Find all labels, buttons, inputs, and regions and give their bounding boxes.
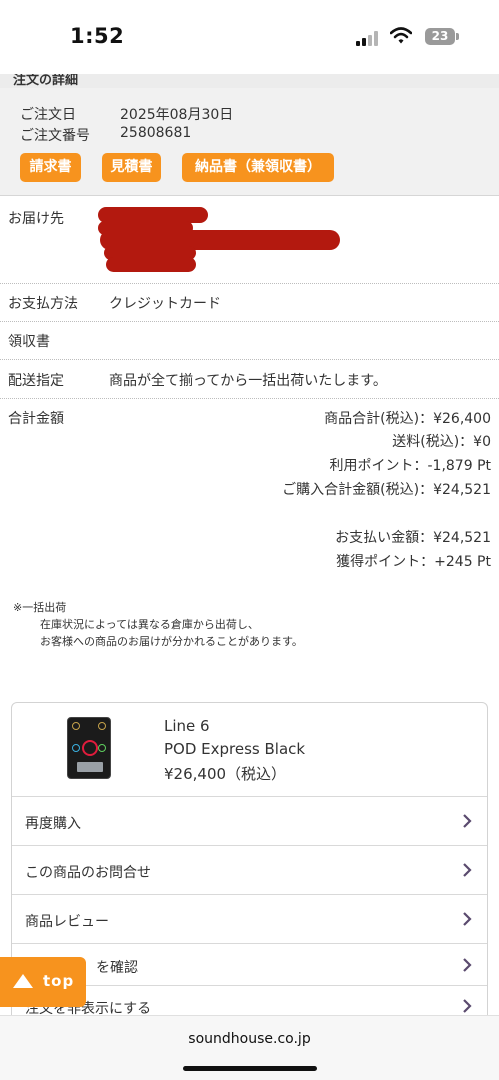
divider — [0, 359, 499, 360]
payment-method-label: お支払方法 — [8, 296, 78, 312]
wifi-icon — [390, 27, 412, 44]
divider — [0, 283, 499, 284]
back-to-top-button[interactable]: top — [0, 957, 86, 1007]
menu-label: 再度購入 — [25, 816, 81, 832]
divider — [0, 398, 499, 399]
points-used: 利用ポイント：-1,879 Pt — [329, 458, 491, 474]
page-content: 注文の詳細 ご注文日 2025年08月30日 ご注文番号 25808681 請求… — [0, 0, 499, 1015]
shipping-value: 商品が全て揃ってから一括出荷いたします。 — [109, 373, 387, 389]
top-label: top — [43, 972, 75, 990]
note-line: 在庫状況によっては異なる倉庫から出荷し、 — [40, 618, 259, 631]
chevron-right-icon — [463, 958, 472, 972]
order-date-label: ご注文日 — [20, 107, 76, 123]
subtotal: 商品合計(税込)：¥26,400 — [324, 411, 491, 427]
status-bar: 1:52 23 — [0, 0, 499, 74]
product-image[interactable] — [67, 717, 111, 779]
menu-label: この商品のお問合せ — [25, 865, 151, 881]
arrow-up-icon — [13, 974, 33, 988]
clock: 1:52 — [70, 24, 125, 48]
product-review-item[interactable]: 商品レビュー — [12, 894, 487, 943]
chevron-right-icon — [463, 912, 472, 926]
order-date-value: 2025年08月30日 — [120, 107, 234, 123]
chevron-right-icon — [463, 999, 472, 1013]
home-indicator[interactable] — [183, 1066, 317, 1071]
payment-amount: お支払い金額：¥24,521 — [335, 530, 491, 546]
order-number-value: 25808681 — [120, 125, 192, 141]
order-summary: ご注文日 2025年08月30日 ご注文番号 25808681 請求書 見積書 … — [0, 88, 499, 196]
battery-icon: 23 — [425, 28, 455, 45]
browser-address-bar[interactable]: soundhouse.co.jp — [0, 1015, 499, 1080]
points-earned: 獲得ポイント：+245 Pt — [336, 554, 491, 570]
product-brand: Line 6 — [164, 717, 210, 735]
purchase-total: ご購入合計金額(税込)：¥24,521 — [282, 482, 491, 498]
shipping-fee: 送料(税込)：¥0 — [392, 434, 491, 450]
chevron-right-icon — [463, 814, 472, 828]
menu-label: 商品レビュー — [25, 914, 109, 930]
menu-label: を確認 — [96, 960, 138, 976]
chevron-right-icon — [463, 863, 472, 877]
product-name[interactable]: POD Express Black — [164, 740, 305, 758]
payment-method-value: クレジットカード — [109, 296, 221, 312]
invoice-button[interactable]: 請求書 — [20, 153, 81, 182]
delivery-note-button[interactable]: 納品書（兼領収書） — [182, 153, 334, 182]
url-text[interactable]: soundhouse.co.jp — [0, 1031, 499, 1047]
order-number-label: ご注文番号 — [20, 128, 90, 144]
note-line: お客様への商品のお届けが分かれることがあります。 — [40, 635, 303, 648]
receipt-label: 領収書 — [8, 334, 50, 350]
product-price: ¥26,400（税込） — [164, 765, 287, 783]
divider — [0, 321, 499, 322]
shipping-label: 配送指定 — [8, 373, 64, 389]
note-title: ※一括出荷 — [13, 601, 67, 614]
estimate-button[interactable]: 見積書 — [102, 153, 161, 182]
cellular-signal-icon — [356, 30, 382, 46]
delivery-label: お届け先 — [8, 211, 64, 227]
total-label: 合計金額 — [8, 411, 64, 427]
battery-cap — [456, 33, 459, 40]
product-inquiry-item[interactable]: この商品のお問合せ — [12, 845, 487, 894]
buy-again-item[interactable]: 再度購入 — [12, 796, 487, 845]
